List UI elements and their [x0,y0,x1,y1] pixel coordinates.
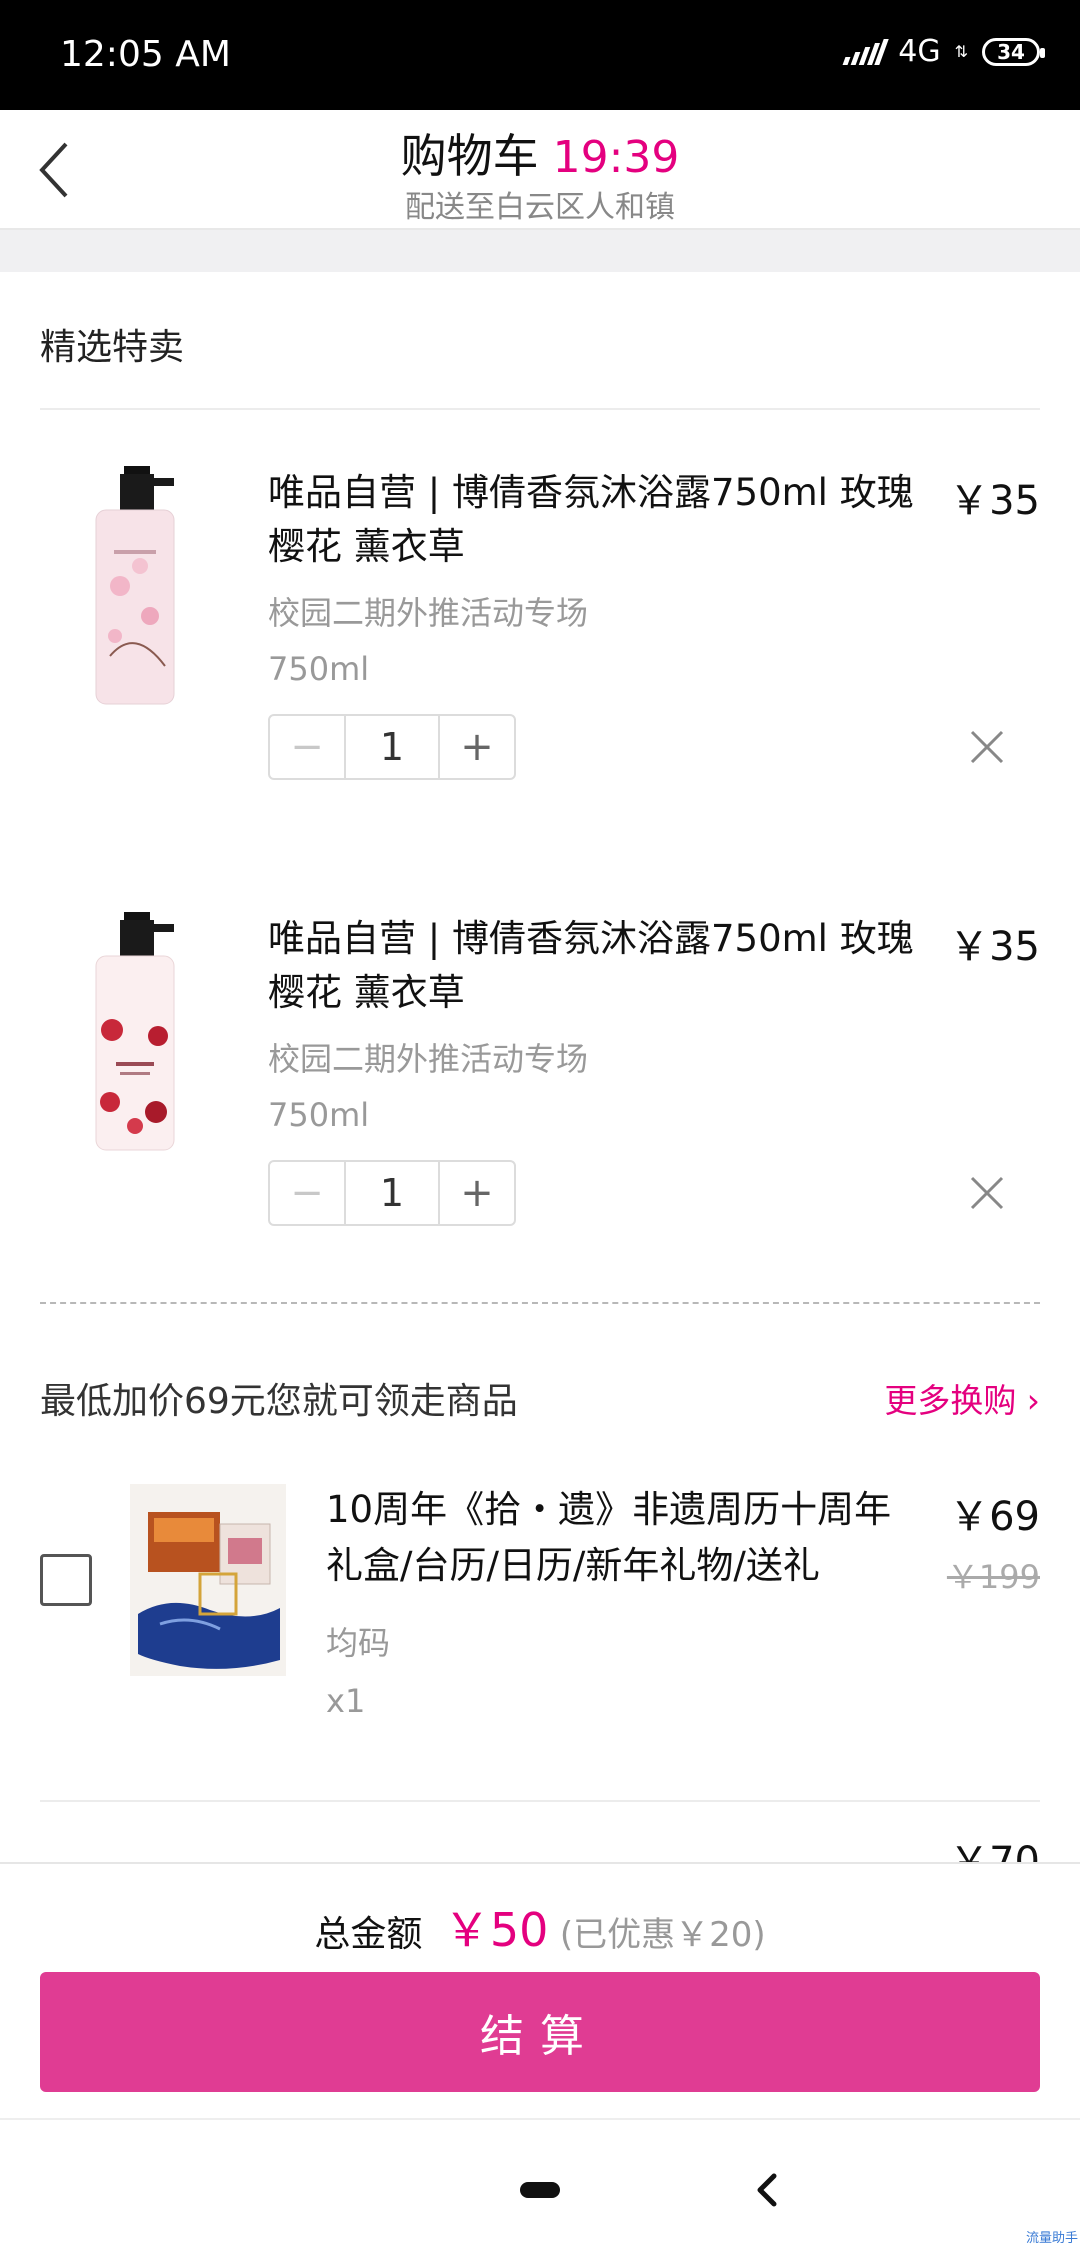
home-pill-icon[interactable] [520,2182,560,2198]
dashed-divider [40,1302,1040,1304]
gift-spec: 均码 [326,1624,391,1662]
status-time: 12:05 AM [60,34,231,75]
next-item-price-partial: ￥70 [949,1842,1040,1864]
product-price: ￥35 [949,924,1040,970]
system-nav-bar: 流量助手 [0,2118,1080,2248]
quantity-stepper: − 1 + [268,1160,516,1226]
checkout-button[interactable]: 结算 [40,1972,1040,2092]
gift-price: ￥69 [949,1494,1040,1540]
increase-button[interactable]: + [440,716,514,778]
page-title-row: 购物车 19:39 [0,120,1080,186]
product-promo: 校园二期外推活动专场 [268,594,589,632]
product-name[interactable]: 唯品自营 | 博倩香氛沐浴露750ml 玫瑰樱花 薰衣草 [268,466,928,574]
total-label: 总金额 [314,1914,423,1955]
product-spec: 750ml [268,650,370,688]
cart-item: 唯品自营 | 博倩香氛沐浴露750ml 玫瑰樱花 薰衣草 ￥35 校园二期外推活… [0,466,1080,886]
signal-icon [842,38,889,65]
checkout-bar: 总金额 ￥50 (已优惠￥20) 结算 [0,1862,1080,2118]
battery-icon: 34 [982,37,1045,66]
total-amount: ￥50 [443,1903,549,1957]
nav-back-icon[interactable] [752,2170,782,2210]
order-total: 总金额 ￥50 (已优惠￥20) [0,1894,1080,1960]
delivery-address[interactable]: 配送至白云区人和镇 [0,182,1080,226]
gift-count: x1 [326,1682,366,1720]
product-promo: 校园二期外推活动专场 [268,1040,589,1078]
status-bar: 12:05 AM 4G ⇅ 34 [0,0,1080,110]
addon-checkbox[interactable] [40,1554,92,1606]
addon-title: 最低加价69元您就可领走商品 [40,1381,518,1422]
quantity-value[interactable]: 1 [344,716,440,778]
product-spec: 750ml [268,1096,370,1134]
gift-original-price: ￥199 [946,1558,1040,1596]
more-exchange-link[interactable]: 更多换购 › [884,1374,1040,1422]
remove-item-icon[interactable] [964,1170,1010,1216]
product-name[interactable]: 唯品自营 | 博倩香氛沐浴露750ml 玫瑰樱花 薰衣草 [268,912,928,1020]
discount-amount: (已优惠￥20) [559,1915,766,1955]
data-arrows-icon: ⇅ [954,42,968,61]
quantity-stepper: − 1 + [268,714,516,780]
network-type: 4G [898,34,941,69]
section-title: 精选特卖 [40,327,185,368]
countdown-timer: 19:39 [552,132,680,183]
quantity-value[interactable]: 1 [344,1162,440,1224]
product-image[interactable] [80,466,190,706]
gift-product-image[interactable] [130,1484,286,1676]
increase-button[interactable]: + [440,1162,514,1224]
gift-box-illustration [130,1484,286,1676]
status-icons: 4G ⇅ 34 [842,34,1045,69]
gift-product-name[interactable]: 10周年《拾・遗》非遗周历十周年礼盒/台历/日历/新年礼物/送礼 [326,1482,926,1594]
product-image[interactable] [80,912,190,1152]
cart-item: 唯品自营 | 博倩香氛沐浴露750ml 玫瑰樱花 薰衣草 ￥35 校园二期外推活… [0,912,1080,1332]
decrease-button[interactable]: − [270,1162,344,1224]
divider [40,408,1040,410]
page-title: 购物车 [400,129,539,183]
remove-item-icon[interactable] [964,724,1010,770]
decrease-button[interactable]: − [270,716,344,778]
section-gap [0,230,1080,272]
product-price: ￥35 [949,478,1040,524]
divider [40,1800,1040,1802]
page-header: 购物车 19:39 配送至白云区人和镇 [0,110,1080,230]
watermark: 流量助手 [1025,2231,1078,2246]
